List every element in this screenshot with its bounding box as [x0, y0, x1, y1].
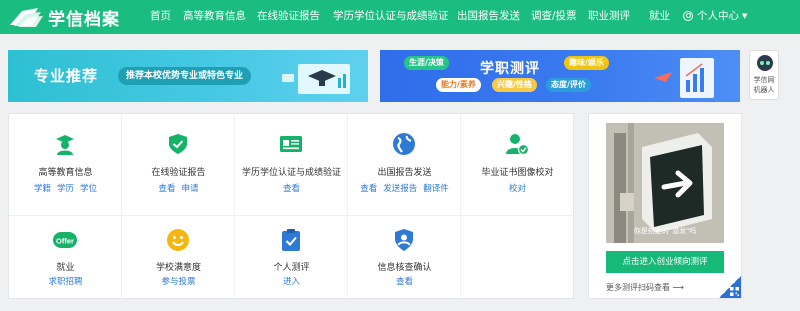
service-links: 学籍 学历 学位: [9, 182, 122, 194]
logo-book-icon: [10, 8, 43, 27]
promo-caption: 你是创业的"潜龙"吗: [633, 227, 697, 235]
link-degree[interactable]: 学位: [80, 184, 97, 194]
service-employment[interactable]: Offer 就业 求职招聘: [9, 216, 122, 300]
robot-icon: [757, 55, 773, 71]
service-personal-assessment[interactable]: 个人测评 进入: [235, 216, 348, 300]
service-links: 进入: [235, 275, 348, 287]
svg-text:Offer: Offer: [56, 237, 74, 246]
link-apply[interactable]: 申请: [182, 184, 199, 194]
service-title: 高等教育信息: [38, 168, 93, 178]
major-recommend-banner[interactable]: 专业推荐 推荐本校优势专业或特色专业: [8, 50, 368, 102]
link-translation[interactable]: 翻译件: [423, 184, 449, 194]
entrepreneurship-promo-card: 你是创业的"潜龙"吗 点击进入创业倾向测评 更多测评扫码查看 ⟶: [588, 113, 742, 299]
nav-online-verification-report[interactable]: 在线验证报告: [257, 8, 320, 23]
globe-icon: [393, 133, 415, 155]
link-view[interactable]: 查看: [396, 277, 413, 287]
nav-overseas-report[interactable]: 出国报告发送: [457, 8, 520, 23]
tag-interest: 兴趣/性格: [492, 78, 537, 92]
service-links: 校对: [461, 182, 574, 194]
start-entrepreneur-test-button[interactable]: 点击进入创业倾向测评: [606, 251, 724, 273]
banner-title: 专业推荐: [34, 67, 99, 85]
tag-attitude: 态度/评价: [546, 78, 591, 92]
nav-home[interactable]: 首页: [150, 8, 171, 23]
link-view[interactable]: 查看: [283, 184, 300, 194]
service-title: 信息核查确认: [377, 263, 432, 273]
qr-code-corner[interactable]: [719, 276, 741, 298]
banner-subtitle: 推荐本校优势专业或特色专业: [118, 67, 252, 85]
nav-career-assessment[interactable]: 职业测评: [588, 8, 630, 23]
link-view[interactable]: 查看: [360, 184, 377, 194]
nav-higher-education-info[interactable]: 高等教育信息: [183, 8, 246, 23]
service-grid: 高等教育信息 学籍 学历 学位 在线验证报告 查看 申请 学历学位认证与成绩验证 查看: [8, 113, 574, 300]
arrow-right-icon: ⟶: [672, 283, 685, 292]
link-enter[interactable]: 进入: [283, 277, 300, 287]
career-assessment-banner[interactable]: 生涯/决策 学职测评 趣味/娱乐 能力/素养 兴趣/性格 态度/评价: [380, 50, 740, 102]
link-diploma[interactable]: 学历: [57, 184, 74, 194]
user-center-label: 个人中心: [697, 10, 739, 22]
nav-degree-certification[interactable]: 学历学位认证与成绩验证: [333, 8, 449, 23]
id-card-icon: [280, 136, 302, 152]
robot-label-line2: 机器人: [753, 86, 775, 94]
service-title: 就业: [56, 263, 75, 273]
service-online-verification[interactable]: 在线验证报告 查看 申请: [122, 114, 235, 216]
qr-code-icon: [730, 287, 739, 296]
service-empty-slot: [461, 216, 574, 300]
service-higher-education[interactable]: 高等教育信息 学籍 学历 学位: [9, 114, 122, 216]
graduation-board-illustration: [282, 64, 350, 94]
site-logo[interactable]: 学信档案: [8, 2, 120, 32]
user-shield-icon: [395, 229, 413, 251]
nav-employment[interactable]: 就业: [649, 8, 670, 23]
banner-title: 学职测评: [480, 61, 540, 77]
user-check-icon: [506, 134, 529, 156]
promo-image[interactable]: 你是创业的"潜龙"吗: [606, 123, 724, 243]
service-info-verification[interactable]: 信息核查确认 查看: [348, 216, 461, 300]
user-icon: [683, 10, 693, 21]
chart-document-illustration: [654, 58, 714, 98]
service-links: 查看: [348, 275, 461, 287]
exit-sign-photo: [606, 123, 724, 243]
clipboard-check-icon: [282, 229, 300, 251]
service-links: 求职招聘: [9, 275, 122, 287]
service-certificate-proofread[interactable]: 毕业证书图像校对 校对: [461, 114, 574, 216]
tag-fun: 趣味/娱乐: [564, 56, 609, 70]
link-proofread[interactable]: 校对: [509, 184, 526, 194]
service-degree-certification[interactable]: 学历学位认证与成绩验证 查看: [235, 114, 348, 216]
smile-icon: [167, 229, 189, 251]
service-overseas-report[interactable]: 出国报告发送 查看 发送报告 翻译件: [348, 114, 461, 216]
service-title: 个人测评: [273, 263, 310, 273]
service-title: 在线验证报告: [151, 168, 206, 178]
nav-survey-vote[interactable]: 调查/投票: [531, 8, 577, 23]
robot-label-line1: 学信网: [753, 76, 775, 84]
caret-down-icon: ▼: [742, 11, 748, 20]
logo-text: 学信档案: [48, 9, 120, 30]
service-links: 查看 申请: [122, 182, 235, 194]
more-tests-link[interactable]: 更多测评扫码查看 ⟶: [606, 282, 684, 293]
link-enrollment[interactable]: 学籍: [34, 184, 51, 194]
tag-ability: 能力/素养: [436, 78, 481, 92]
graduate-icon: [56, 135, 74, 155]
tag-career-decision: 生涯/决策: [404, 56, 449, 70]
service-title: 出国报告发送: [377, 168, 432, 178]
link-vote[interactable]: 参与投票: [161, 277, 195, 287]
link-view[interactable]: 查看: [158, 184, 175, 194]
shield-check-icon: [169, 134, 187, 154]
service-title: 学校满意度: [155, 263, 201, 273]
user-center-menu[interactable]: 个人中心 ▼: [683, 8, 747, 23]
service-links: 查看 发送报告 翻译件: [348, 182, 461, 194]
link-send-report[interactable]: 发送报告: [383, 184, 417, 194]
offer-icon: Offer: [53, 232, 77, 248]
top-nav-bar: 学信档案 首页 高等教育信息 在线验证报告 学历学位认证与成绩验证 出国报告发送…: [0, 0, 800, 34]
service-school-satisfaction[interactable]: 学校满意度 参与投票: [122, 216, 235, 300]
service-title: 毕业证书图像校对: [481, 168, 554, 178]
chatbot-robot-button[interactable]: 学信网 机器人: [749, 50, 779, 100]
service-links: 查看: [235, 182, 348, 194]
link-job-search[interactable]: 求职招聘: [48, 277, 82, 287]
more-tests-label: 更多测评扫码查看: [606, 283, 670, 292]
service-links: 参与投票: [122, 275, 235, 287]
service-title: 学历学位认证与成绩验证: [241, 168, 341, 178]
